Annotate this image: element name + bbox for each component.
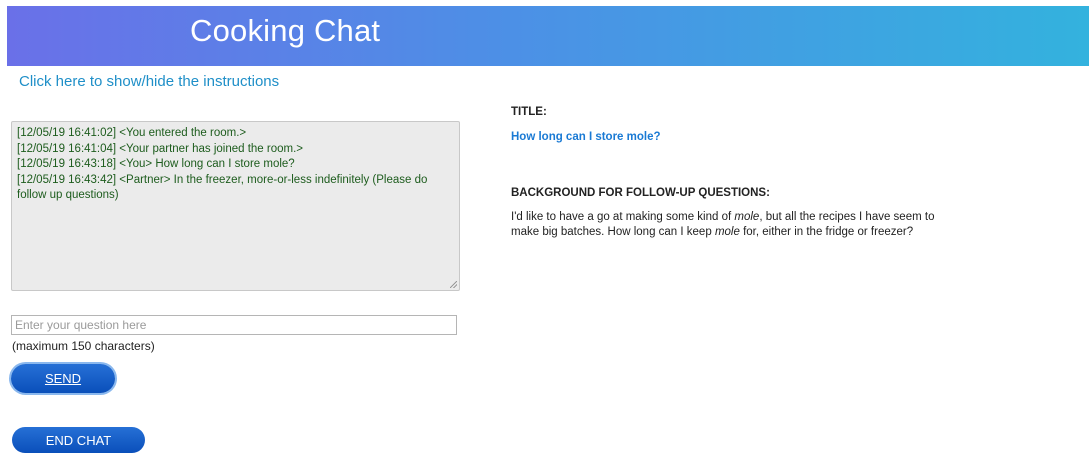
app-header: Cooking Chat bbox=[7, 6, 1089, 66]
background-text-part: I'd like to have a go at making some kin… bbox=[511, 211, 735, 223]
background-text: I'd like to have a go at making some kin… bbox=[511, 210, 951, 240]
title-label: TITLE: bbox=[511, 106, 547, 118]
background-text-emphasis: mole bbox=[714, 226, 740, 238]
chat-message: [12/05/19 16:43:18] <You> How long can I… bbox=[17, 158, 295, 170]
chat-message: [12/05/19 16:43:42] <Partner> In the fre… bbox=[17, 173, 428, 202]
chat-message: [12/05/19 16:41:02] <You entered the roo… bbox=[17, 127, 247, 139]
resize-grip-icon[interactable] bbox=[450, 281, 457, 288]
instructions-toggle-link[interactable]: Click here to show/hide the instructions bbox=[19, 73, 279, 90]
send-button[interactable]: SEND bbox=[11, 364, 115, 393]
background-text-part: for, either in the fridge or freezer? bbox=[739, 226, 914, 238]
background-text-emphasis: mole bbox=[734, 211, 760, 223]
title-value: How long can I store mole? bbox=[511, 131, 661, 143]
chat-message: [12/05/19 16:41:04] <Your partner has jo… bbox=[17, 142, 304, 155]
question-input[interactable] bbox=[11, 315, 457, 335]
char-limit-note: (maximum 150 characters) bbox=[12, 339, 155, 353]
background-label: BACKGROUND FOR FOLLOW-UP QUESTIONS: bbox=[511, 187, 770, 199]
end-chat-button[interactable]: END CHAT bbox=[12, 427, 145, 453]
chat-log[interactable]: [12/05/19 16:41:02] <You entered the roo… bbox=[11, 121, 460, 291]
app-title: Cooking Chat bbox=[190, 13, 381, 48]
